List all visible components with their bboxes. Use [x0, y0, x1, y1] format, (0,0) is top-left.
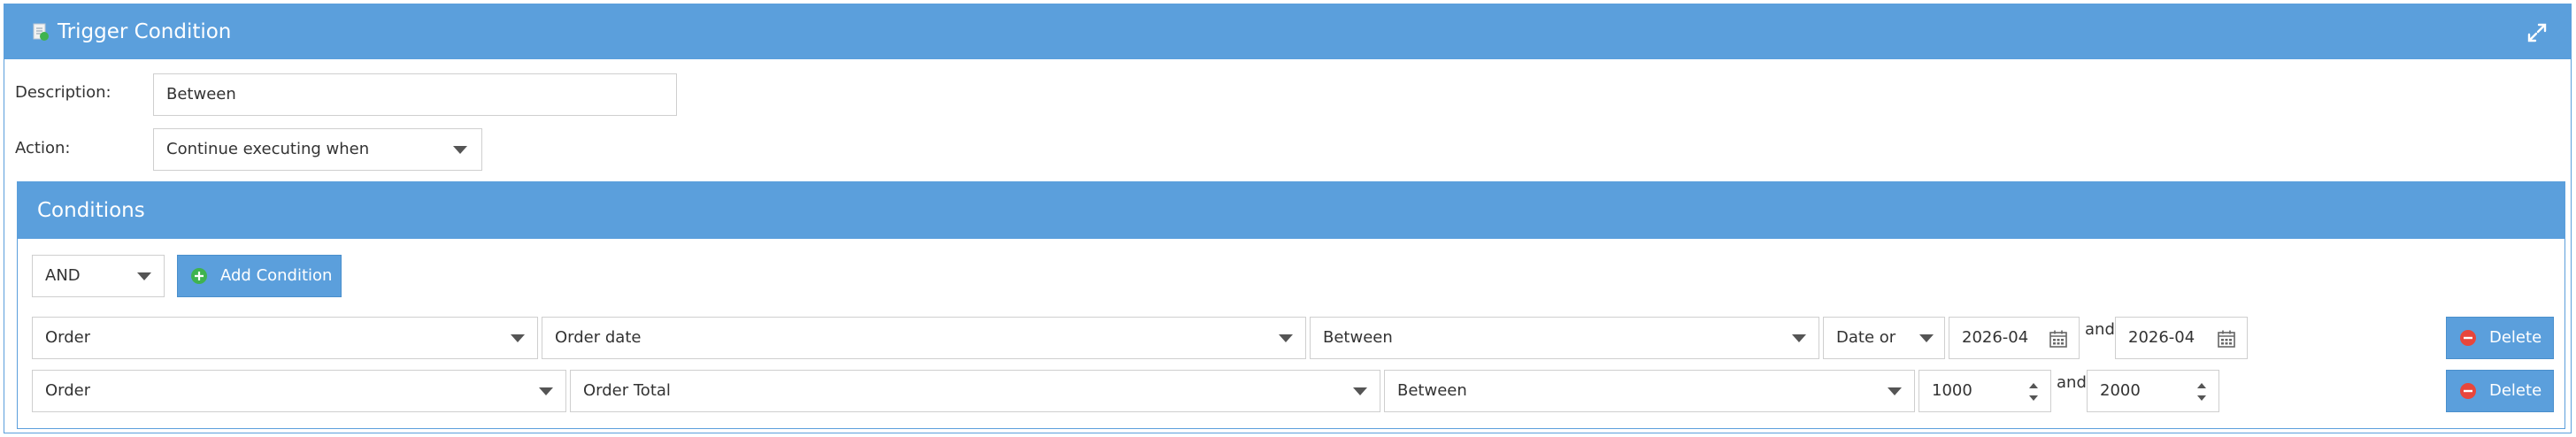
minus-circle-icon	[2460, 383, 2476, 399]
expand-icon[interactable]	[2526, 22, 2548, 43]
conditions-box: Conditions AND Add Condition Order Order…	[17, 181, 2565, 429]
chevron-down-icon	[1888, 387, 1902, 395]
conditions-title: Conditions	[37, 199, 145, 222]
number-from-value: 1000	[1932, 381, 1972, 400]
delete-label: Delete	[2489, 328, 2542, 347]
condition-operator-select[interactable]: Between	[1310, 317, 1819, 359]
add-condition-label: Add Condition	[220, 266, 333, 285]
date-mode-value: Date or	[1836, 328, 1896, 347]
chevron-down-icon	[539, 387, 553, 395]
action-label: Action:	[15, 139, 71, 157]
chevron-down-icon	[1279, 334, 1293, 342]
calendar-icon[interactable]	[2217, 329, 2236, 349]
date-to-value: 2026-04	[2128, 328, 2195, 347]
condition-field-value: Order Total	[583, 381, 671, 400]
condition-field-select[interactable]: Order Total	[570, 370, 1380, 412]
description-label: Description:	[15, 83, 111, 102]
date-mode-select[interactable]: Date or	[1823, 317, 1945, 359]
logic-operator-value: AND	[45, 266, 81, 285]
condition-operator-value: Between	[1323, 328, 1393, 347]
document-icon	[33, 23, 49, 41]
condition-entity-select[interactable]: Order	[32, 317, 538, 359]
minus-circle-icon	[2460, 330, 2476, 346]
date-to-input[interactable]: 2026-04	[2115, 317, 2248, 359]
condition-entity-value: Order	[45, 328, 91, 347]
number-from-input[interactable]: 1000	[1919, 370, 2051, 412]
delete-condition-button[interactable]: Delete	[2446, 317, 2554, 359]
date-from-input[interactable]: 2026-04	[1949, 317, 2080, 359]
add-condition-button[interactable]: Add Condition	[177, 255, 342, 297]
date-from-value: 2026-04	[1962, 328, 2029, 347]
plus-circle-icon	[191, 268, 207, 284]
action-select-value: Continue executing when	[166, 140, 370, 158]
delete-condition-button[interactable]: Delete	[2446, 370, 2554, 412]
condition-field-value: Order date	[555, 328, 642, 347]
panel-header: Trigger Condition	[4, 4, 2571, 59]
condition-entity-select[interactable]: Order	[32, 370, 566, 412]
calendar-icon[interactable]	[2049, 329, 2068, 349]
trigger-condition-panel: Trigger Condition Description: Between A…	[4, 4, 2572, 433]
condition-operator-value: Between	[1397, 381, 1467, 400]
panel-title: Trigger Condition	[58, 20, 232, 43]
chevron-down-icon	[511, 334, 525, 342]
logic-operator-select[interactable]: AND	[32, 255, 165, 297]
chevron-down-icon	[1919, 334, 1934, 342]
chevron-down-icon	[137, 272, 151, 280]
action-select[interactable]: Continue executing when	[153, 128, 482, 171]
and-label: and	[2057, 373, 2087, 392]
chevron-down-icon	[453, 146, 467, 154]
number-to-input[interactable]: 2000	[2087, 370, 2219, 412]
description-input[interactable]: Between	[153, 73, 677, 116]
chevron-down-icon	[1792, 334, 1806, 342]
delete-label: Delete	[2489, 381, 2542, 400]
conditions-header: Conditions	[18, 182, 2564, 239]
spinner-arrows-icon[interactable]	[2027, 379, 2040, 405]
condition-operator-select[interactable]: Between	[1384, 370, 1915, 412]
condition-entity-value: Order	[45, 381, 91, 400]
spinner-arrows-icon[interactable]	[2195, 379, 2208, 405]
and-label: and	[2085, 320, 2115, 339]
number-to-value: 2000	[2100, 381, 2141, 400]
chevron-down-icon	[1353, 387, 1367, 395]
condition-field-select[interactable]: Order date	[542, 317, 1306, 359]
